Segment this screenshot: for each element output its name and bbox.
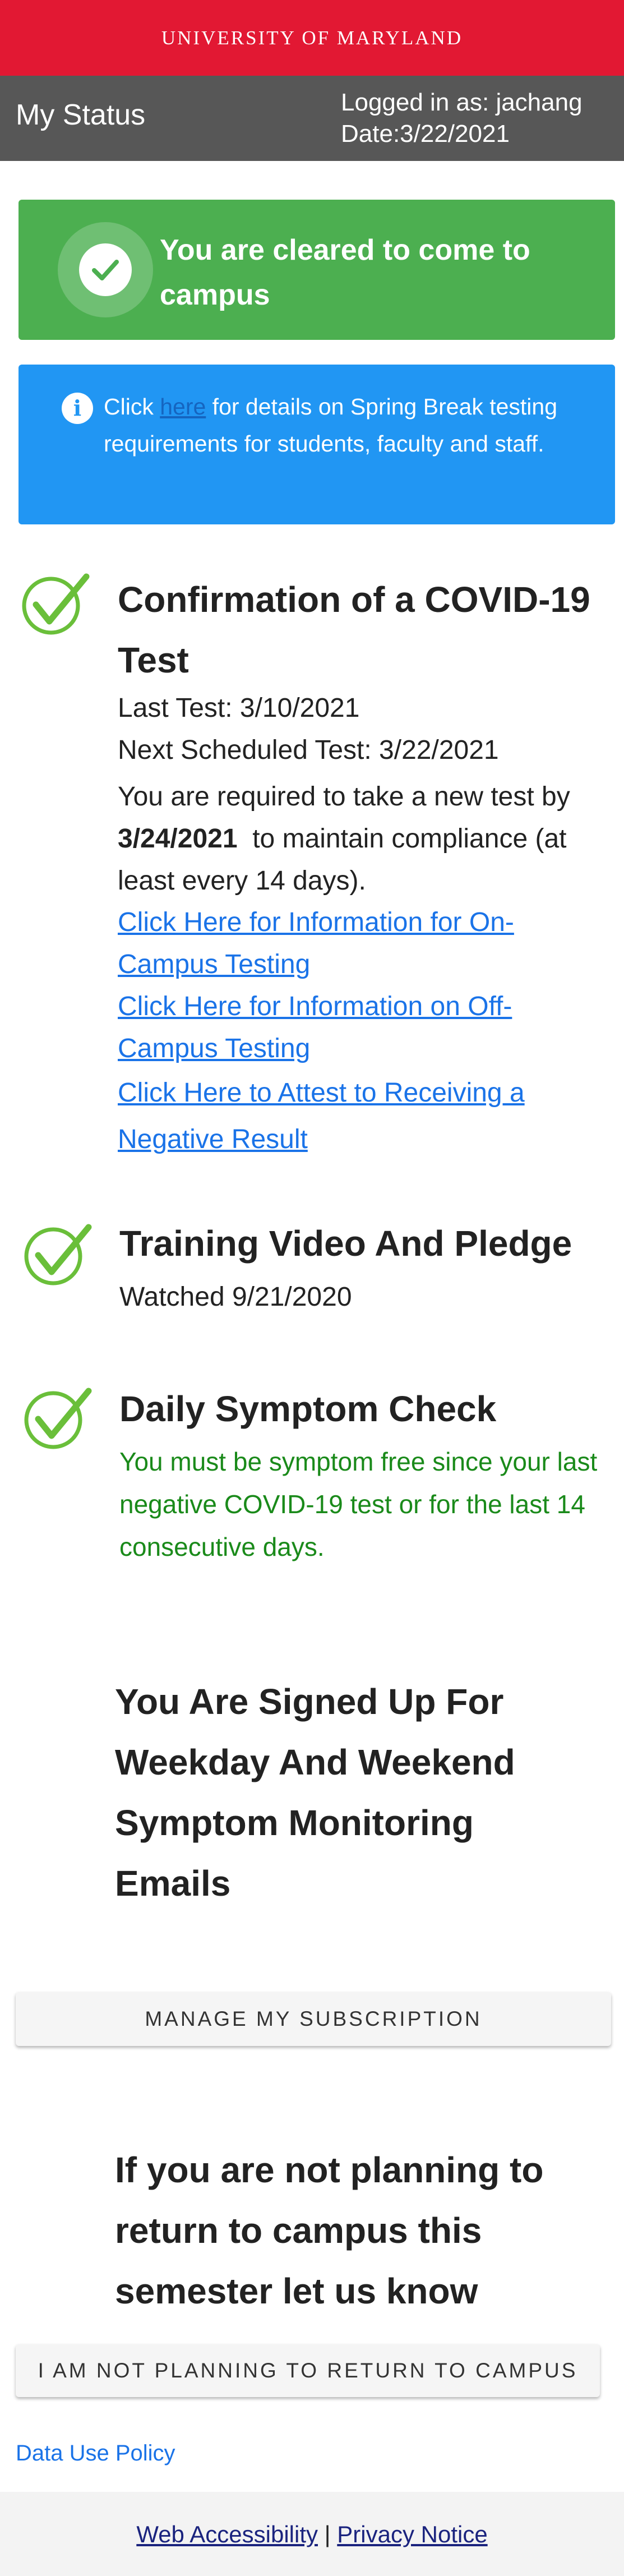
footer: Web Accessibility | Privacy Notice: [0, 2492, 624, 2576]
logged-in-user: Logged in as: jachang: [341, 89, 583, 116]
symptom-check-title: Daily Symptom Check: [119, 1389, 497, 1429]
university-banner: UNIVERSITY OF MARYLAND: [0, 0, 624, 76]
web-accessibility-link[interactable]: Web Accessibility: [136, 2521, 318, 2547]
test-requirement: You are required to take a new test by 3…: [118, 782, 570, 896]
covid-test-check-icon: [22, 573, 90, 635]
footer-separator: |: [324, 2521, 331, 2547]
info-icon: i: [62, 393, 93, 424]
symptom-check-icon: [24, 1388, 92, 1449]
cleared-check-badge: [58, 222, 153, 317]
off-campus-testing-link[interactable]: Click Here for Information on Off-Campus…: [118, 985, 600, 1070]
not-returning-heading: If you are not planning to return to cam…: [115, 2150, 544, 2311]
training-title: Training Video And Pledge: [119, 1223, 572, 1264]
covid-test-title: Confirmation of a COVID-19 Test: [118, 579, 590, 680]
training-check-icon: [24, 1224, 92, 1285]
not-returning-button[interactable]: I am not planning to return to campus: [16, 2344, 600, 2397]
cleared-status-card: You are cleared to come to campus: [19, 200, 615, 340]
training-watched: Watched 9/21/2020: [119, 1282, 352, 1312]
next-test: Next Scheduled Test: 3/22/2021: [118, 735, 499, 765]
symptom-check-note: You must be symptom free since your last…: [119, 1447, 598, 1561]
spring-break-link[interactable]: here: [160, 394, 206, 420]
check-icon: [79, 243, 132, 296]
subscription-heading: You Are Signed Up For Weekday And Weeken…: [115, 1681, 515, 1904]
manage-subscription-button[interactable]: Manage My Subscription: [16, 1992, 611, 2046]
info-card: i Click here for details on Spring Break…: [19, 365, 615, 524]
on-campus-testing-link[interactable]: Click Here for Information for On-Campus…: [118, 901, 600, 985]
footer-links: Web Accessibility | Privacy Notice: [0, 2521, 624, 2548]
current-date: Date:3/22/2021: [341, 120, 510, 148]
data-use-policy-link[interactable]: Data Use Policy: [16, 2441, 175, 2466]
page-title: My Status: [16, 99, 146, 131]
privacy-notice-link[interactable]: Privacy Notice: [337, 2521, 487, 2547]
login-info: Logged in as: jachang Date:3/22/2021: [341, 87, 583, 150]
university-name: UNIVERSITY OF MARYLAND: [161, 26, 463, 49]
info-message: Click here for details on Spring Break t…: [104, 394, 558, 457]
cleared-message: You are cleared to come to campus: [160, 234, 530, 311]
last-test: Last Test: 3/10/2021: [118, 693, 360, 723]
status-bar: My Status Logged in as: jachang Date:3/2…: [0, 76, 624, 161]
attest-negative-result-link[interactable]: Click Here to Attest to Receiving a Nega…: [118, 1070, 600, 1163]
